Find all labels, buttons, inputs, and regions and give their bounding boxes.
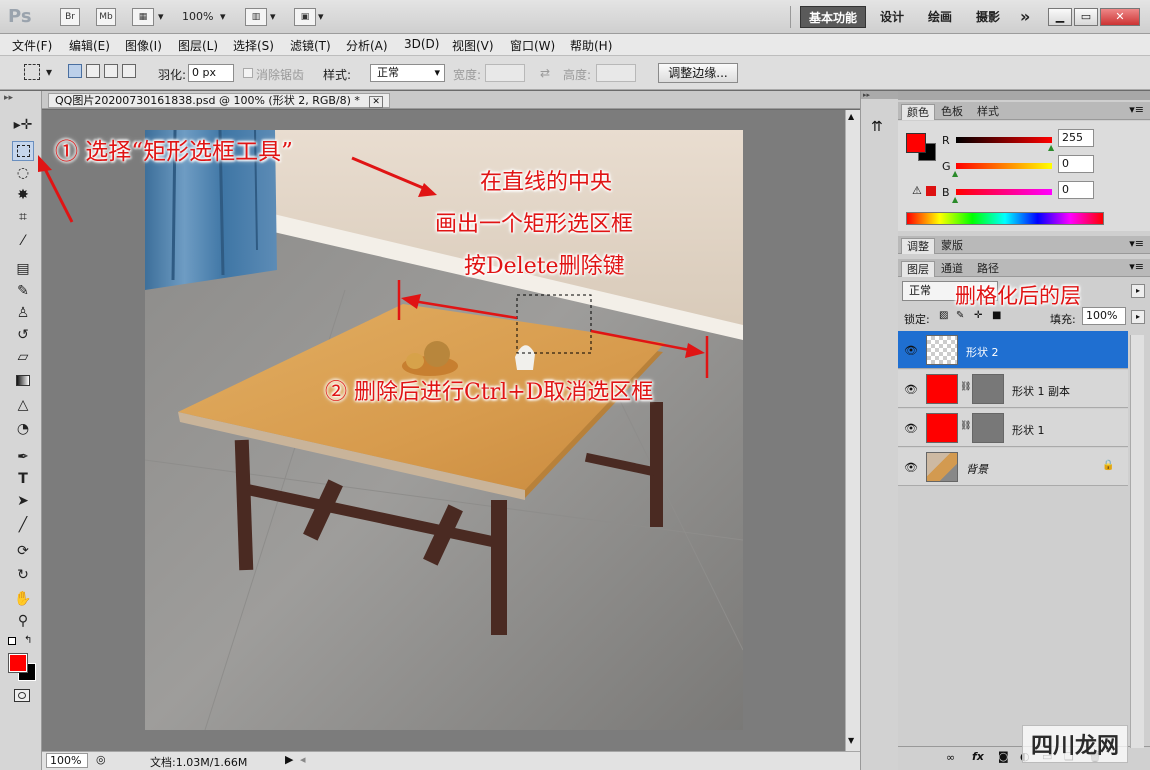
tab-masks[interactable]: 蒙版 xyxy=(936,238,968,254)
status-zoom-input[interactable]: 100% xyxy=(46,753,88,768)
link-icon: ⛓ xyxy=(960,421,972,431)
status-menu-arrow-icon[interactable]: ▶ xyxy=(285,753,293,766)
lock-icon: 🔒 xyxy=(1102,460,1115,471)
tab-swatches[interactable]: 色板 xyxy=(936,104,968,120)
tab-channels[interactable]: 通道 xyxy=(936,261,968,277)
lock-position-icon[interactable]: ✛ xyxy=(974,310,982,321)
color-panel-header: 颜色 色板 样式 ▾≡ xyxy=(898,102,1150,120)
eye-icon[interactable]: 👁 xyxy=(904,344,918,357)
g-slider[interactable] xyxy=(956,163,1052,169)
opacity-arrow-icon[interactable]: ▸ xyxy=(1131,284,1145,298)
b-slider-thumb[interactable]: ▲ xyxy=(952,195,958,204)
horizontal-scroll-left-icon[interactable]: ◂ xyxy=(300,753,306,766)
color-spectrum-bar[interactable] xyxy=(906,212,1104,225)
color-panel-menu-icon[interactable]: ▾≡ xyxy=(1129,103,1144,116)
eye-icon[interactable]: 👁 xyxy=(904,461,918,474)
layer-mask-thumbnail xyxy=(972,374,1004,404)
r-label: R xyxy=(942,134,950,147)
center-instruction-line1: 在直线的中央 xyxy=(480,170,613,195)
g-slider-thumb[interactable]: ▲ xyxy=(952,169,958,178)
layer-name[interactable]: 形状 1 副本 xyxy=(1012,383,1070,399)
watermark: 四川龙网 xyxy=(1022,725,1129,763)
layer-name[interactable]: 形状 1 xyxy=(1012,422,1045,438)
layer-row-shape1-copy[interactable]: 👁 ⛓ 形状 1 副本 xyxy=(898,370,1128,408)
status-doc-size: 文档:1.03M/1.66M xyxy=(150,756,248,769)
step2-annotation: ② 删除后进行Ctrl+D取消选区框 xyxy=(325,380,654,405)
layers-panel-menu-icon[interactable]: ▾≡ xyxy=(1129,260,1144,273)
gamut-warning-icon[interactable]: ⚠ xyxy=(912,184,922,197)
tab-color[interactable]: 颜色 xyxy=(901,104,935,120)
r-input[interactable]: 255 xyxy=(1058,129,1094,147)
g-label: G xyxy=(942,160,951,173)
center-instruction-line3: 按Delete删除键 xyxy=(464,254,625,279)
color-panel-body: R ▲ 255 G ▲ 0 ⚠ B ▲ 0 xyxy=(898,121,1150,231)
tab-styles[interactable]: 样式 xyxy=(972,104,1004,120)
status-bar: 100% ◎ 文档:1.03M/1.66M ▶ ◂ xyxy=(42,751,860,770)
lock-transparency-icon[interactable]: ▨ xyxy=(939,310,948,321)
b-slider[interactable] xyxy=(956,189,1052,195)
eye-icon[interactable]: 👁 xyxy=(904,422,918,435)
tab-layers[interactable]: 图层 xyxy=(901,261,935,277)
layer-thumbnail xyxy=(926,374,958,404)
layer-thumbnail xyxy=(926,335,958,365)
layer-style-icon[interactable]: fx xyxy=(972,750,984,763)
gamut-swatch[interactable] xyxy=(926,186,936,196)
tab-paths[interactable]: 路径 xyxy=(972,261,1004,277)
layer-row-background[interactable]: 👁 背景 🔒 xyxy=(898,448,1128,486)
fill-input[interactable]: 100% xyxy=(1082,307,1126,325)
layers-panel-header: 图层 通道 路径 ▾≡ xyxy=(898,259,1150,277)
link-icon: ⛓ xyxy=(960,382,972,392)
history-panel-icon[interactable]: ⇈ xyxy=(871,119,883,135)
lock-all-icon[interactable]: ■ xyxy=(992,310,1001,321)
dock-collapse-icon[interactable]: ▸▸ xyxy=(861,91,899,99)
center-instruction-line2: 画出一个矩形选区框 xyxy=(435,212,634,237)
right-panels: 颜色 色板 样式 ▾≡ R ▲ 255 G ▲ 0 ⚠ B ▲ 0 调整 蒙版 … xyxy=(898,91,1150,770)
layer-thumbnail xyxy=(926,452,958,482)
layer-row-shape1[interactable]: 👁 ⛓ 形状 1 xyxy=(898,409,1128,447)
layer-row-shape2[interactable]: 👁 形状 2 xyxy=(898,331,1128,369)
layers-scrollbar[interactable] xyxy=(1130,335,1144,748)
tab-adjustments[interactable]: 调整 xyxy=(901,238,935,254)
r-slider[interactable] xyxy=(956,137,1052,143)
adjustments-panel-header: 调整 蒙版 ▾≡ xyxy=(898,236,1150,254)
layer-name[interactable]: 背景 xyxy=(966,461,988,477)
r-slider-thumb[interactable]: ▲ xyxy=(1048,143,1054,152)
eye-icon[interactable]: 👁 xyxy=(904,383,918,396)
fill-arrow-icon[interactable]: ▸ xyxy=(1131,310,1145,324)
lock-pixels-icon[interactable]: ✎ xyxy=(956,310,964,321)
layer-annotation: 删格化后的层 xyxy=(955,284,1081,308)
layer-mask-thumbnail xyxy=(972,413,1004,443)
link-layers-icon[interactable]: ∞ xyxy=(946,751,955,764)
layer-name[interactable]: 形状 2 xyxy=(966,344,999,360)
fill-label: 填充: xyxy=(1050,313,1076,326)
adjust-panel-menu-icon[interactable]: ▾≡ xyxy=(1129,237,1144,250)
layer-thumbnail xyxy=(926,413,958,443)
add-mask-icon[interactable]: ◙ xyxy=(998,750,1009,763)
step1-annotation: ① 选择“矩形选框工具” xyxy=(55,139,293,165)
b-label: B xyxy=(942,186,950,199)
panel-dock: ▸▸ ⇈ xyxy=(860,91,899,770)
color-panel-foreground[interactable] xyxy=(906,133,926,153)
lock-label: 锁定: xyxy=(904,313,930,326)
panels-top-strip xyxy=(898,91,1150,100)
b-input[interactable]: 0 xyxy=(1058,181,1094,199)
g-input[interactable]: 0 xyxy=(1058,155,1094,173)
status-info-icon[interactable]: ◎ xyxy=(96,753,106,766)
layers-list: 👁 形状 2 👁 ⛓ 形状 1 副本 👁 ⛓ 形状 1 👁 背景 🔒 xyxy=(898,331,1130,491)
